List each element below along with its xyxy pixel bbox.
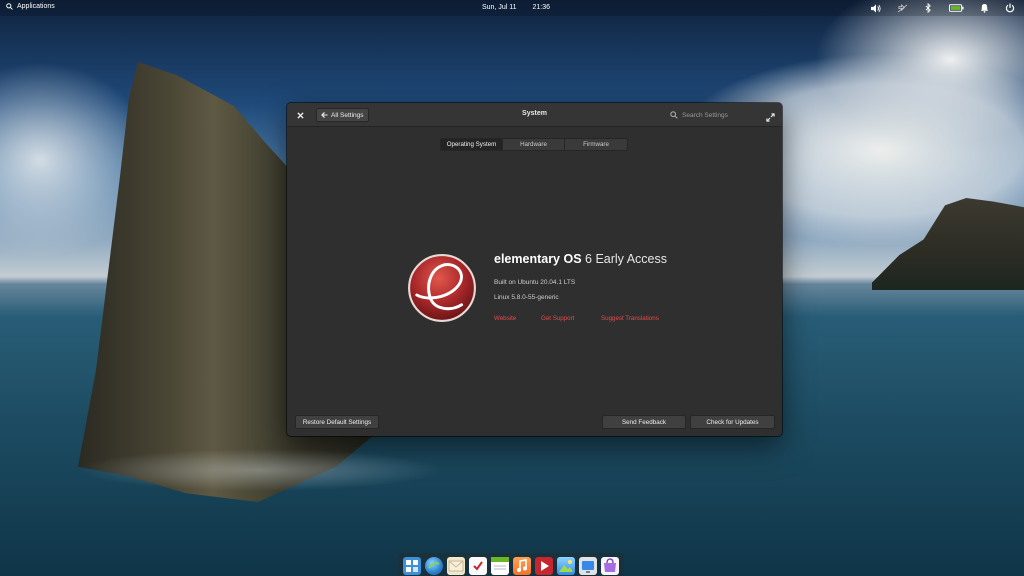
bluetooth-icon[interactable] — [922, 2, 934, 14]
built-on-label: Built on Ubuntu 20.04.1 LTS — [494, 279, 576, 286]
multitasking-view-icon[interactable] — [403, 556, 421, 575]
time-label: 21:36 — [532, 4, 551, 11]
battery-icon[interactable] — [948, 2, 964, 14]
kernel-label: Linux 5.8.0-55-generic — [494, 294, 559, 301]
search-field[interactable] — [670, 108, 750, 122]
search-input[interactable] — [682, 109, 744, 121]
maximize-icon — [766, 113, 775, 122]
date-label: Sun, Jul 11 — [482, 4, 517, 11]
website-link[interactable]: Website — [494, 315, 541, 322]
music-icon[interactable] — [513, 556, 531, 575]
os-links: Website Get Support Suggest Translations — [494, 315, 659, 322]
send-feedback-button[interactable]: Send Feedback — [602, 415, 686, 429]
os-version: 6 Early Access — [585, 252, 668, 266]
tab-firmware[interactable]: Firmware — [565, 139, 627, 150]
page-stack-switcher: Operating System Hardware Firmware — [440, 138, 628, 151]
applications-label: Applications — [17, 3, 55, 10]
system-settings-window: All Settings System Operating System Har… — [287, 103, 782, 436]
photos-icon[interactable] — [557, 556, 575, 575]
system-tray — [870, 2, 1016, 14]
maximize-button[interactable] — [766, 109, 776, 122]
check-for-updates-button[interactable]: Check for Updates — [690, 415, 775, 429]
tasks-icon[interactable] — [469, 556, 487, 575]
elementary-logo — [408, 254, 476, 322]
os-name-bold: elementary OS — [494, 252, 582, 266]
get-support-link[interactable]: Get Support — [541, 315, 601, 322]
wallpaper-surf — [40, 430, 600, 510]
search-icon — [6, 3, 13, 10]
tab-operating-system[interactable]: Operating System — [441, 139, 503, 150]
dock — [398, 553, 624, 576]
tab-hardware[interactable]: Hardware — [503, 139, 565, 150]
app-center-icon[interactable] — [601, 556, 619, 575]
headerbar: All Settings System — [287, 103, 782, 127]
os-name: elementary OS 6 Early Access — [494, 252, 667, 266]
datetime-indicator[interactable]: Sun, Jul 11 21:36 — [482, 4, 550, 11]
search-icon — [670, 111, 678, 119]
volume-icon[interactable] — [870, 2, 882, 14]
videos-icon[interactable] — [535, 556, 553, 575]
suggest-translations-link[interactable]: Suggest Translations — [601, 315, 659, 322]
notifications-icon[interactable] — [978, 2, 990, 14]
network-icon[interactable] — [896, 2, 908, 14]
top-panel: Applications Sun, Jul 11 21:36 — [0, 0, 1024, 16]
applications-menu-button[interactable]: Applications — [6, 3, 55, 10]
restore-default-settings-button[interactable]: Restore Default Settings — [295, 415, 379, 429]
mail-icon[interactable] — [447, 556, 465, 575]
settings-icon[interactable] — [579, 556, 597, 575]
web-browser-icon[interactable] — [425, 556, 443, 575]
power-icon[interactable] — [1004, 2, 1016, 14]
calendar-icon[interactable] — [491, 556, 509, 575]
